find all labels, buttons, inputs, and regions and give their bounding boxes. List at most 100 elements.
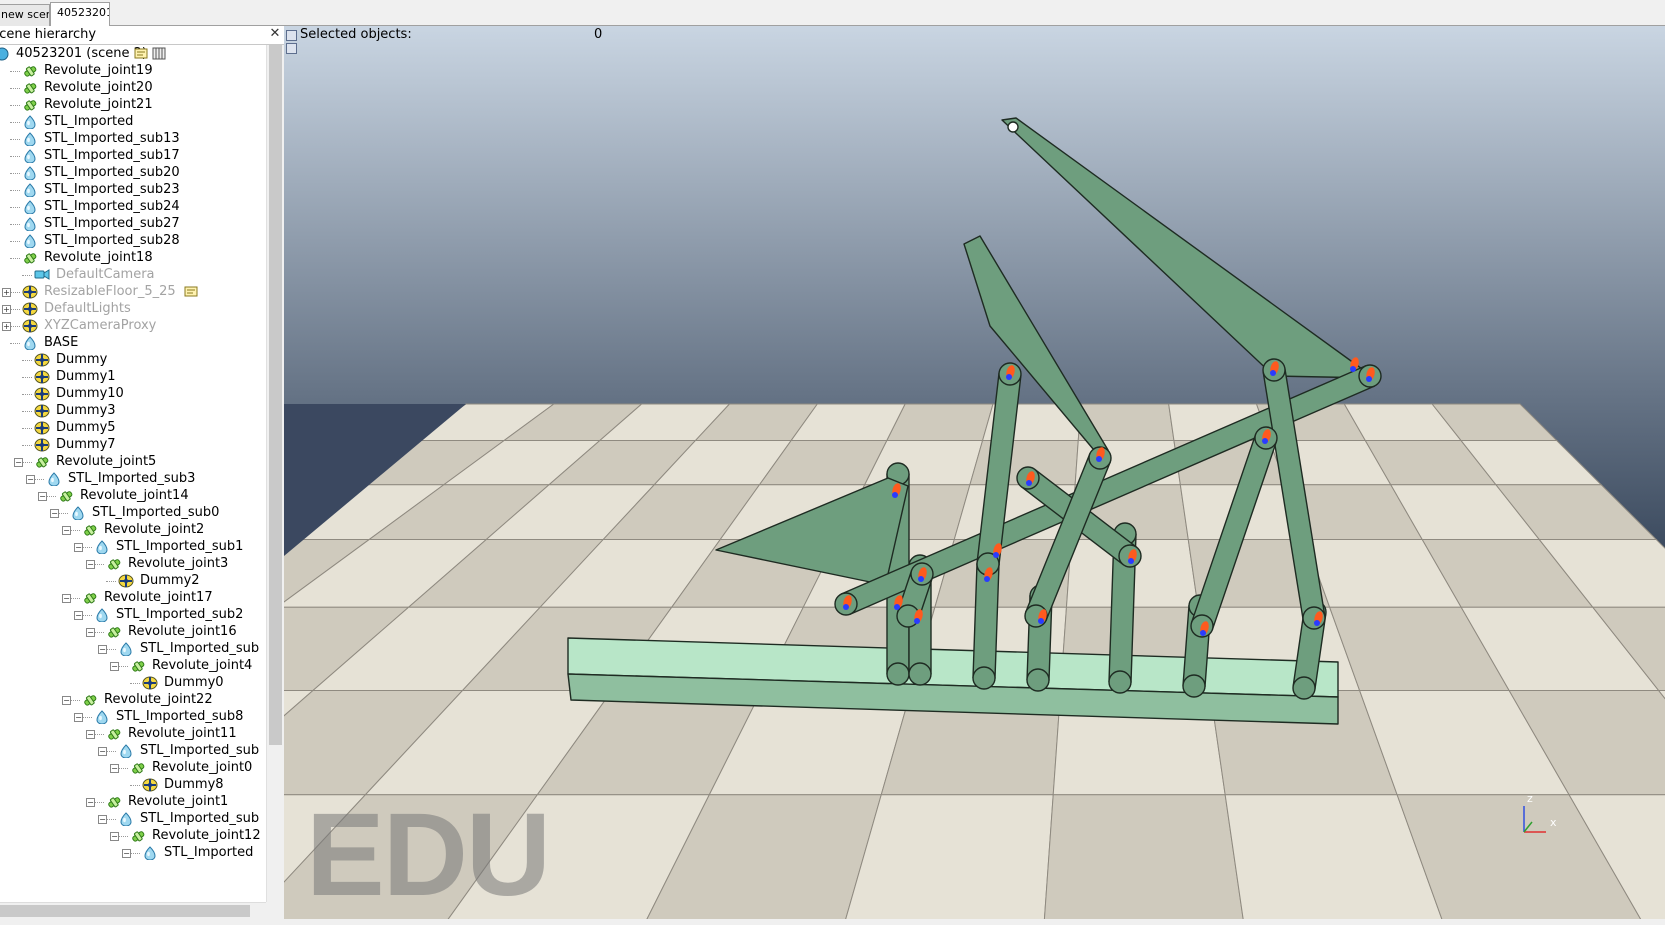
collapse-icon[interactable]: − — [86, 730, 95, 739]
shape-icon — [22, 183, 38, 198]
tree-row-label: Revolute_joint0 — [152, 760, 253, 775]
tree-row-label: Dummy10 — [56, 386, 124, 401]
tree-row[interactable]: Dummy7 — [0, 436, 266, 454]
collapse-icon[interactable]: − — [110, 764, 119, 773]
selected-objects-count: 0 — [594, 27, 603, 42]
expand-icon[interactable]: + — [2, 322, 11, 331]
tree-row[interactable]: + XYZCameraProxy — [0, 317, 266, 335]
expand-icon[interactable]: + — [2, 288, 11, 297]
tree-row[interactable]: − Revolute_joint14 — [0, 487, 266, 505]
tree-row[interactable]: STL_Imported_sub23 — [0, 181, 266, 199]
viewport-option-button[interactable] — [286, 43, 297, 54]
close-icon[interactable]: ✕ — [268, 27, 282, 41]
horizontal-scroll-thumb[interactable] — [0, 905, 250, 917]
tree-row[interactable]: Revolute_joint21 — [0, 96, 266, 114]
collapse-icon[interactable]: − — [110, 662, 119, 671]
tree-row[interactable]: − STL_Imported_sub2 — [0, 606, 266, 624]
tree-row[interactable]: − Revolute_joint0 — [0, 759, 266, 777]
tree-row[interactable]: − STL_Imported_sub8 — [0, 708, 266, 726]
tree-connector — [10, 88, 20, 89]
script-icon[interactable] — [134, 47, 148, 60]
tree-row[interactable]: − Revolute_joint16 — [0, 623, 266, 641]
tree-row[interactable]: − STL_Imported — [0, 844, 266, 862]
tree-row[interactable]: Revolute_joint20 — [0, 79, 266, 97]
tree-row[interactable]: − STL_Imported_sub3 — [0, 470, 266, 488]
tree-row[interactable]: − Revolute_joint12 — [0, 827, 266, 845]
vertical-scroll-thumb[interactable] — [269, 45, 282, 745]
tree-row-label: Dummy1 — [56, 369, 116, 384]
tree-row[interactable]: − Revolute_joint2 — [0, 521, 266, 539]
tree-row[interactable]: Dummy — [0, 351, 266, 369]
collapse-icon[interactable]: − — [26, 475, 35, 484]
collapse-icon[interactable]: − — [86, 628, 95, 637]
tree-row[interactable]: − STL_Imported_sub — [0, 810, 266, 828]
tree-row-label: Dummy8 — [164, 777, 224, 792]
scene-hierarchy-tree[interactable]: 40523201 (scene 2) Revolute_joint19 Revolu… — [0, 45, 266, 902]
tree-row-label: Revolute_joint2 — [104, 522, 205, 537]
tree-row[interactable]: − Revolute_joint22 — [0, 691, 266, 709]
tree-row[interactable]: − Revolute_joint17 — [0, 589, 266, 607]
tree-row[interactable]: − Revolute_joint5 — [0, 453, 266, 471]
hierarchy-vertical-scrollbar[interactable] — [266, 45, 284, 902]
tree-row[interactable]: − STL_Imported_sub0 — [0, 504, 266, 522]
customization-script-icon[interactable] — [152, 47, 166, 60]
tree-row[interactable]: Revolute_joint19 — [0, 62, 266, 80]
collapse-icon[interactable]: − — [98, 747, 107, 756]
tree-row[interactable]: Revolute_joint18 — [0, 249, 266, 267]
tree-row[interactable]: STL_Imported_sub17 — [0, 147, 266, 165]
scene-viewport[interactable]: x z Selected objects: 0 EDU — [284, 26, 1665, 925]
collapse-icon[interactable]: − — [74, 543, 83, 552]
tree-row[interactable]: STL_Imported_sub27 — [0, 215, 266, 233]
collapse-icon[interactable]: − — [50, 509, 59, 518]
tree-row[interactable]: Dummy10 — [0, 385, 266, 403]
joint-axis-dot — [892, 492, 898, 498]
collapse-icon[interactable]: − — [98, 815, 107, 824]
tree-connector — [118, 768, 128, 769]
collapse-icon[interactable]: − — [122, 849, 131, 858]
collapse-icon[interactable]: − — [62, 696, 71, 705]
collapse-icon[interactable]: − — [62, 526, 71, 535]
tree-row[interactable]: − Revolute_joint1 — [0, 793, 266, 811]
tree-row[interactable]: Dummy2 — [0, 572, 266, 590]
tab-new-scene[interactable]: new scene — [0, 4, 50, 26]
collapse-icon[interactable]: − — [74, 713, 83, 722]
tree-row[interactable]: − Revolute_joint4 — [0, 657, 266, 675]
script-icon[interactable] — [184, 285, 198, 298]
scene-hierarchy-header: Scene hierarchy ✕ — [0, 26, 284, 45]
tree-row[interactable]: Dummy5 — [0, 419, 266, 437]
collapse-icon[interactable]: − — [62, 594, 71, 603]
collapse-icon[interactable]: − — [38, 492, 47, 501]
tree-row[interactable]: − Revolute_joint3 — [0, 555, 266, 573]
joint-axis-dot — [1200, 630, 1206, 636]
tree-row[interactable]: STL_Imported_sub20 — [0, 164, 266, 182]
tree-row[interactable]: Dummy1 — [0, 368, 266, 386]
tree-row[interactable]: − STL_Imported_sub — [0, 742, 266, 760]
tree-row[interactable]: STL_Imported_sub28 — [0, 232, 266, 250]
collapse-icon[interactable]: − — [86, 560, 95, 569]
tree-row[interactable]: Dummy3 — [0, 402, 266, 420]
tree-row[interactable]: Dummy0 — [0, 674, 266, 692]
tree-row[interactable]: − STL_Imported_sub1 — [0, 538, 266, 556]
collapse-icon[interactable]: − — [14, 458, 23, 467]
shape-icon — [118, 744, 134, 759]
tree-row[interactable]: + DefaultLights — [0, 300, 266, 318]
tree-row[interactable]: − Revolute_joint11 — [0, 725, 266, 743]
tree-row[interactable]: BASE — [0, 334, 266, 352]
tab-40523201[interactable]: 40523201 — [50, 2, 110, 27]
collapse-icon[interactable]: − — [74, 611, 83, 620]
collapse-icon[interactable]: − — [110, 832, 119, 841]
tree-row[interactable]: STL_Imported — [0, 113, 266, 131]
tree-row[interactable]: 40523201 (scene 2) — [0, 45, 266, 63]
expand-icon[interactable]: + — [2, 305, 11, 314]
tree-row[interactable]: STL_Imported_sub13 — [0, 130, 266, 148]
collapse-icon[interactable]: − — [98, 645, 107, 654]
tree-row[interactable]: STL_Imported_sub24 — [0, 198, 266, 216]
collapse-icon[interactable]: − — [86, 798, 95, 807]
post-2-end — [908, 662, 932, 686]
viewport-toggle-button[interactable] — [286, 30, 297, 41]
hierarchy-horizontal-scrollbar[interactable] — [0, 902, 266, 919]
tree-row[interactable]: + ResizableFloor_5_25 — [0, 283, 266, 301]
tree-row[interactable]: − STL_Imported_sub — [0, 640, 266, 658]
tree-row[interactable]: DefaultCamera — [0, 266, 266, 284]
tree-row[interactable]: Dummy8 — [0, 776, 266, 794]
